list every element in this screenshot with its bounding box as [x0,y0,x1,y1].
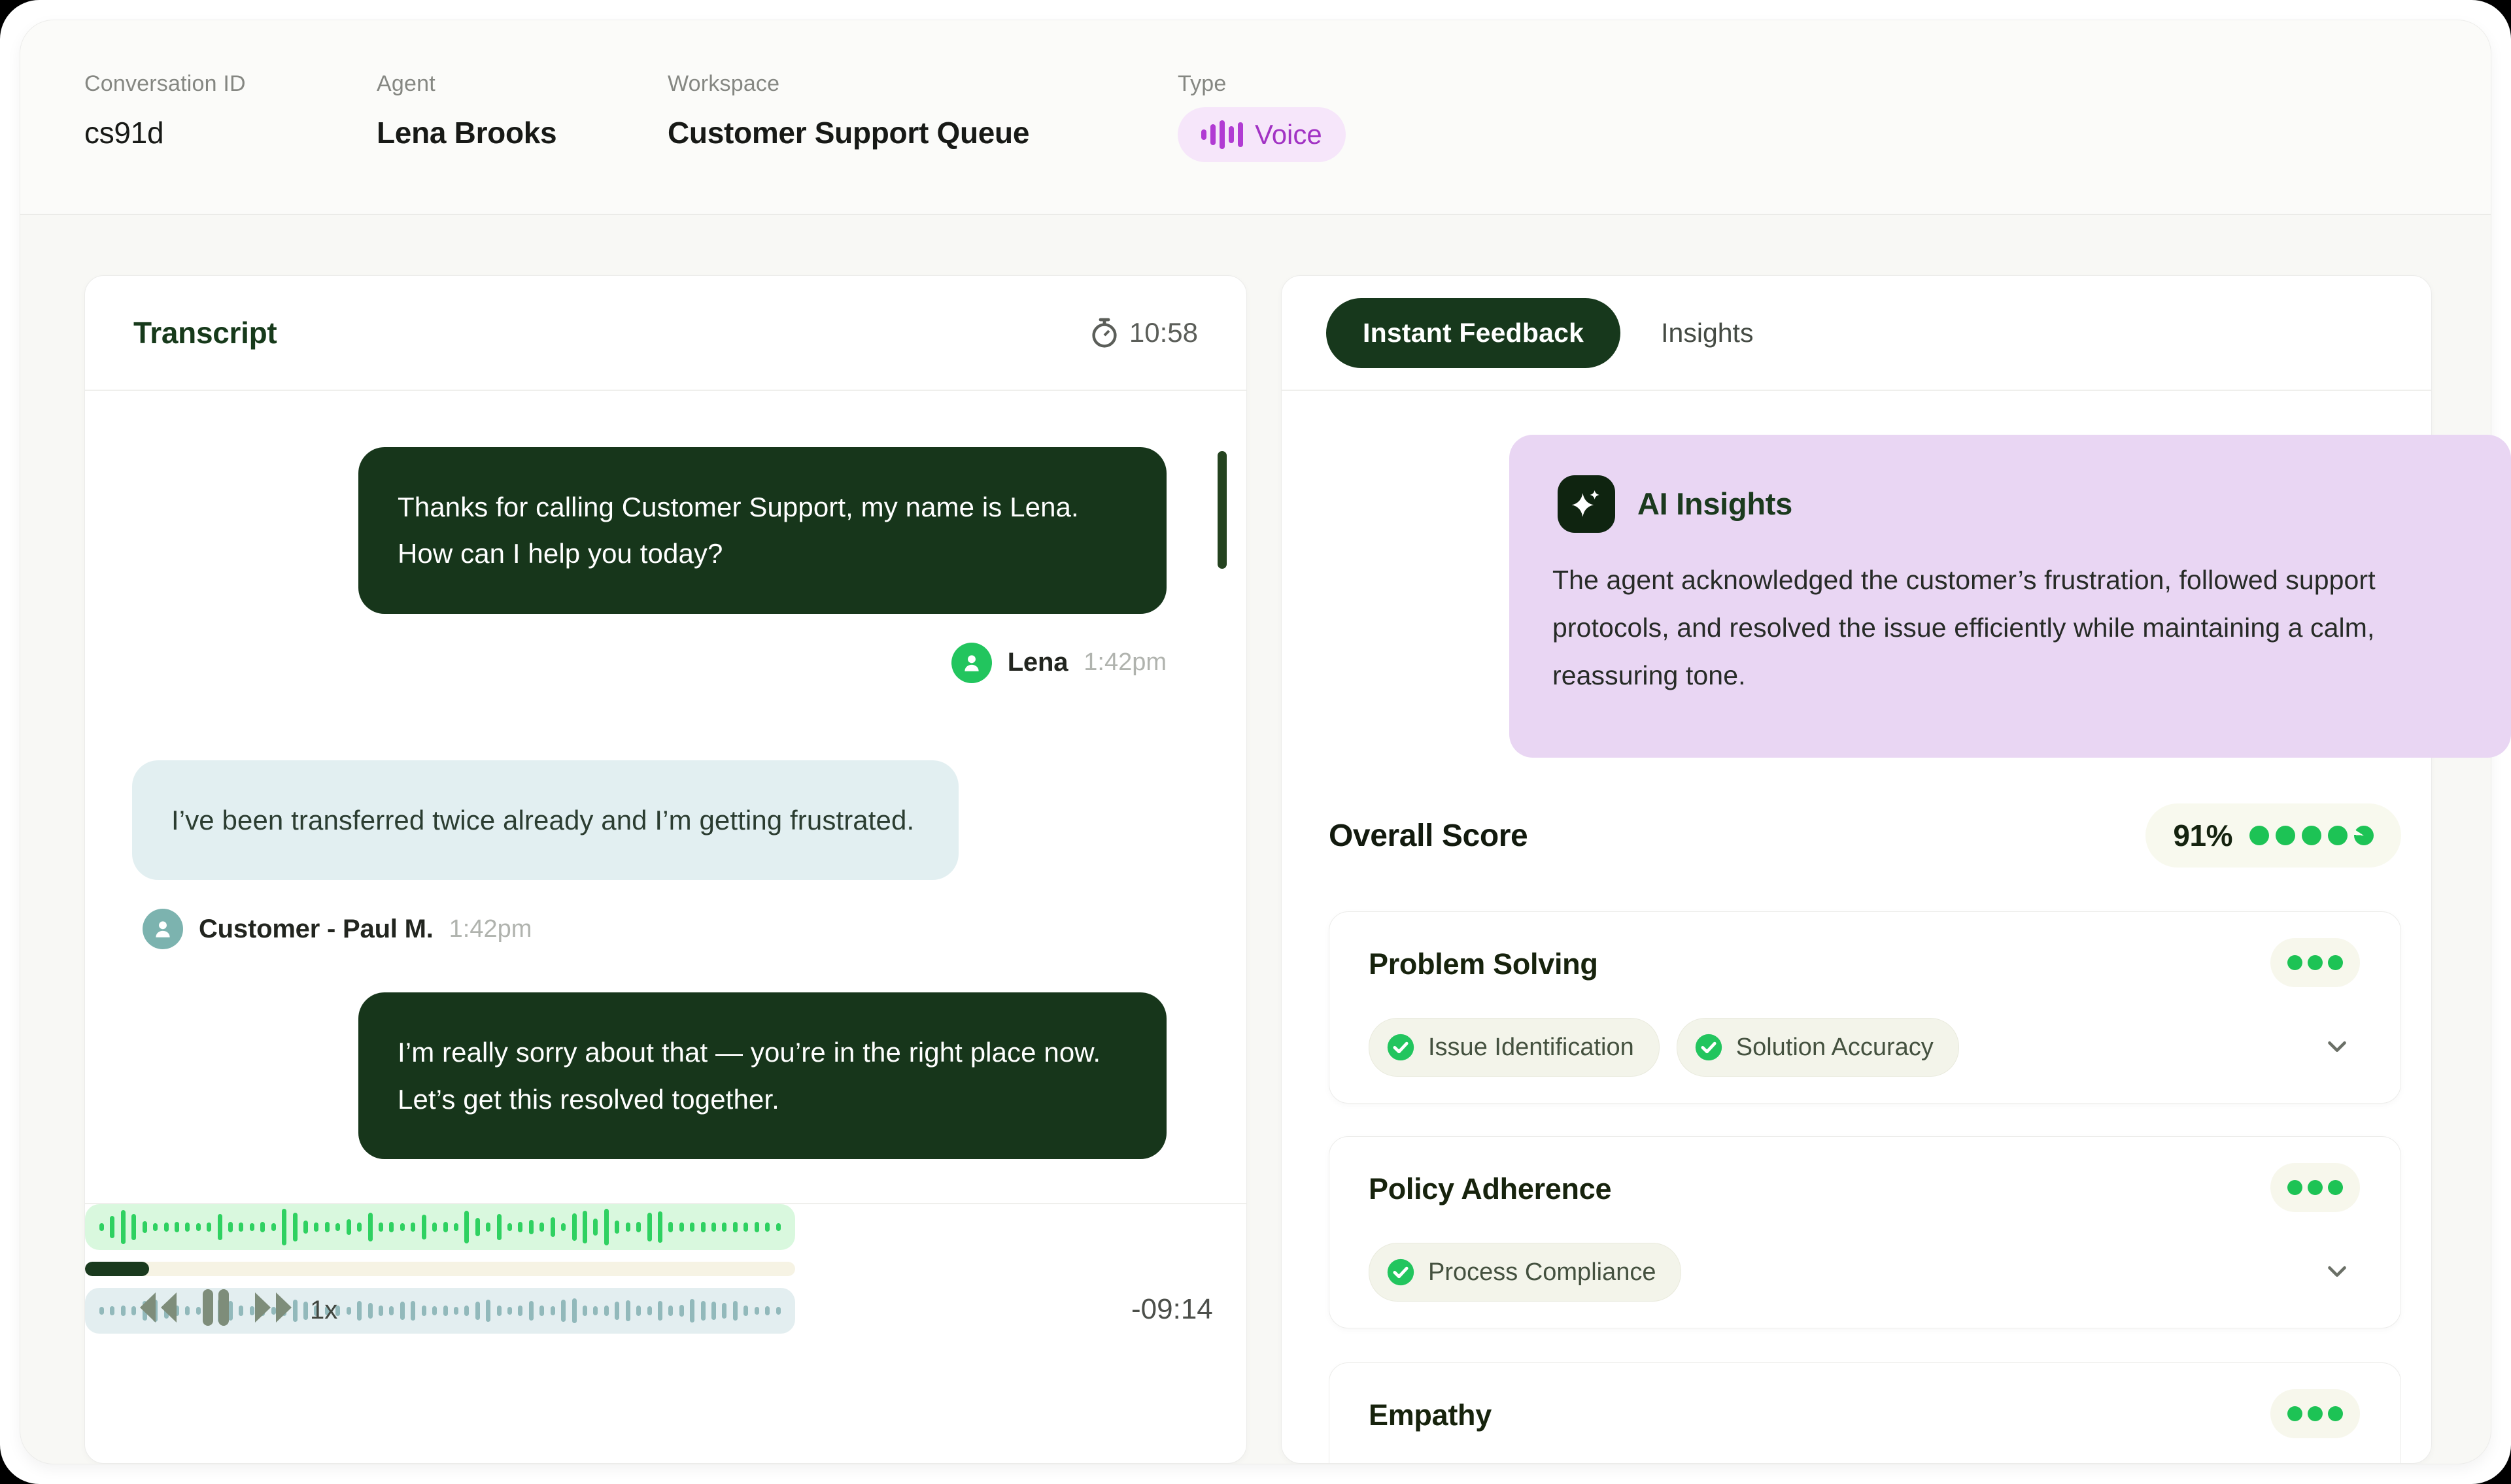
tab-insights[interactable]: Insights [1661,318,1753,348]
category-title: Problem Solving [1369,947,1598,981]
workspace-value: Customer Support Queue [668,115,1029,150]
voice-type-badge: Voice [1178,107,1346,162]
category-title: Empathy [1369,1398,1492,1432]
voice-waveform-icon [1201,120,1243,149]
category-card-problem-solving: Problem Solving Issue Identification Sol… [1329,911,2401,1104]
check-circle-icon [1386,1033,1415,1062]
check-circle-icon [1694,1033,1723,1062]
playback-speed[interactable]: 1x [310,1296,337,1325]
playback-controls [133,1287,298,1328]
category-score-dots [2270,1163,2360,1212]
overall-score-value: 91% [2173,818,2232,853]
category-chips: Process Compliance [1369,1243,1681,1302]
pause-button[interactable] [199,1287,233,1328]
app-window: Conversation ID cs91d Agent Lena Brooks … [0,0,2511,1484]
agent-value: Lena Brooks [377,115,556,150]
agent-waveform [85,1204,795,1250]
chip-label: Issue Identification [1428,1034,1634,1062]
field-conversation-id: Conversation ID cs91d [84,71,246,150]
duration-text: 10:58 [1129,317,1198,348]
customer-message-meta: Customer - Paul M. 1:42pm [143,909,1199,949]
overall-score-row: Overall Score 91% [1329,803,2401,868]
workspace-label: Workspace [668,71,1029,97]
conversation-id-value: cs91d [84,115,246,150]
ai-insights-body: The agent acknowledged the customer’s fr… [1552,556,2442,700]
overall-score-badge: 91% [2145,803,2401,868]
chip-solution-accuracy: Solution Accuracy [1677,1018,1959,1077]
type-value: Voice [1255,119,1322,150]
agent-avatar [951,643,992,683]
agent-message-bubble: I’m really sorry about that — you’re in … [358,992,1167,1159]
agent-label: Agent [377,71,556,97]
category-card-policy-adherence: Policy Adherence Process Compliance [1329,1136,2401,1328]
chat-scrollbar-thumb[interactable] [1218,451,1227,569]
transcript-header: Transcript 10:58 [85,276,1246,391]
ai-insights-title: AI Insights [1637,486,1792,522]
type-label: Type [1178,71,1346,97]
sparkle-icon [1568,486,1605,522]
category-title: Policy Adherence [1369,1172,1611,1206]
time-remaining: -09:14 [1131,1293,1213,1326]
feedback-tabs: Instant Feedback Insights [1282,276,2431,391]
category-score-dots [2270,938,2360,987]
rewind-icon [133,1289,182,1326]
messages-scroll-area[interactable]: Thanks for calling Customer Support, my … [85,392,1246,1203]
seek-bar[interactable] [85,1262,795,1276]
fast-forward-icon [250,1289,298,1326]
conversation-header: Conversation ID cs91d Agent Lena Brooks … [20,20,2491,214]
check-circle-icon [1386,1258,1415,1287]
chip-label: Solution Accuracy [1736,1034,1934,1062]
header-divider [20,214,2491,215]
chip-label: Process Compliance [1428,1258,1656,1287]
conversation-id-label: Conversation ID [84,71,246,97]
tab-instant-feedback[interactable]: Instant Feedback [1326,298,1620,368]
agent-name: Lena [1008,648,1068,677]
customer-name: Customer - Paul M. [199,915,434,944]
category-chips: Issue Identification Solution Accuracy [1369,1018,1959,1077]
call-duration: 10:58 [1090,317,1198,348]
field-type: Type Voice [1178,71,1346,162]
field-agent: Agent Lena Brooks [377,71,556,150]
agent-message-time: 1:42pm [1084,649,1167,677]
chip-issue-identification: Issue Identification [1369,1018,1660,1077]
transcript-title: Transcript [133,315,277,350]
category-score-dots [2270,1389,2360,1438]
agent-message-bubble: Thanks for calling Customer Support, my … [358,447,1167,614]
user-icon [152,918,174,940]
rewind-button[interactable] [133,1289,182,1326]
ai-icon-tile [1558,475,1615,533]
chip-partial [1369,1469,1625,1484]
chevron-down-icon[interactable] [2322,1031,2352,1061]
audio-player: 1x -09:14 [85,1204,1246,1463]
chip-process-compliance: Process Compliance [1369,1243,1681,1302]
ai-insights-card: AI Insights The agent acknowledged the c… [1509,435,2511,758]
agent-message-meta: Lena 1:42pm [132,643,1167,683]
fast-forward-button[interactable] [250,1289,298,1326]
seek-bar-fill [85,1262,149,1276]
field-workspace: Workspace Customer Support Queue [668,71,1029,150]
score-dots [2249,826,2374,845]
category-card-empathy: Empathy [1329,1362,2401,1484]
stopwatch-icon [1090,317,1119,348]
customer-message-time: 1:42pm [449,915,532,943]
transcript-panel: Transcript 10:58 Thanks for calling Cust… [84,275,1247,1464]
pause-icon [199,1287,233,1328]
overall-score-label: Overall Score [1329,818,1528,854]
category-chips [1369,1469,1625,1484]
chevron-down-icon[interactable] [2322,1256,2352,1286]
customer-message-bubble: I’ve been transferred twice already and … [132,760,959,880]
customer-avatar [143,909,183,949]
user-icon [961,652,983,674]
